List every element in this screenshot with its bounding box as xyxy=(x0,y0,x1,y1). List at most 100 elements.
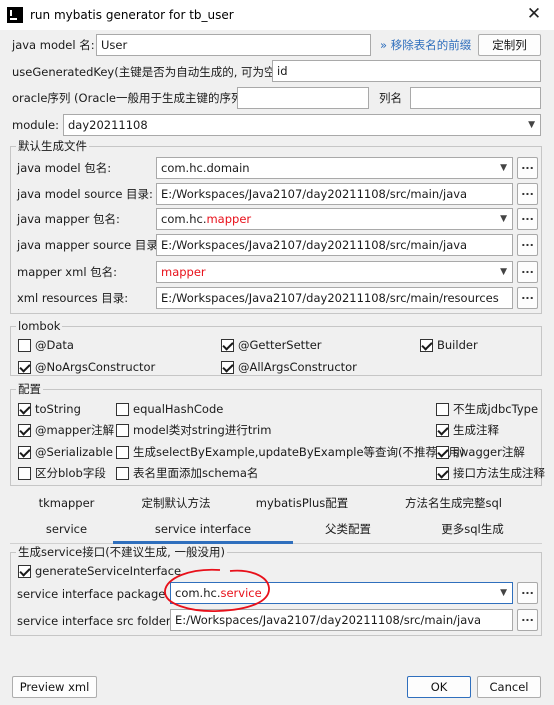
chevron-down-icon: ▼ xyxy=(528,120,535,130)
default-files-title: 默认生成文件 xyxy=(16,139,89,153)
lombok-checkbox[interactable]: Builder xyxy=(420,337,478,353)
browse-button[interactable]: ... xyxy=(517,287,538,309)
checkbox-label: 接口方法生成注释 xyxy=(453,466,545,480)
column-name-label: 列名 xyxy=(379,91,402,105)
chevron-down-icon: ▼ xyxy=(500,214,507,224)
default-file-input[interactable]: E:/Workspaces/Java2107/day20211108/src/m… xyxy=(156,287,513,309)
preview-xml-button[interactable]: Preview xml xyxy=(12,676,97,698)
checkbox-box xyxy=(420,338,433,352)
model-name-label: java model 名: xyxy=(12,38,95,52)
checkbox-box xyxy=(116,402,129,416)
checkbox-label: swagger注解 xyxy=(453,445,525,459)
remove-prefix-link[interactable]: » 移除表名的前缀 xyxy=(380,37,471,53)
module-select-value: day20211108 xyxy=(68,118,148,132)
oracle-sequence-label: oracle序列 (Oracle一般用于生成主键的序列) xyxy=(12,91,247,105)
default-file-input[interactable]: E:/Workspaces/Java2107/day20211108/src/m… xyxy=(156,183,513,205)
config-checkbox[interactable]: 表名里面添加schema名 xyxy=(116,465,258,481)
value-text: E:/Workspaces/Java2107/day20211108/src/m… xyxy=(161,238,468,252)
service-package-browse-button[interactable]: ... xyxy=(517,582,538,604)
chevron-down-icon: ▼ xyxy=(500,163,507,173)
value-text: com.hc.domain xyxy=(161,161,250,175)
config-checkbox[interactable]: 不生成jdbcType xyxy=(436,401,538,417)
config-checkbox[interactable]: 接口方法生成注释 xyxy=(436,465,545,481)
browse-button[interactable]: ... xyxy=(517,261,538,283)
close-icon[interactable]: ✕ xyxy=(522,3,546,25)
use-generated-key-input[interactable]: id xyxy=(272,60,541,82)
checkbox-label: 生成注释 xyxy=(453,423,499,437)
checkbox-box xyxy=(221,338,234,352)
checkbox-box xyxy=(18,360,31,374)
module-select[interactable]: day20211108 ▼ xyxy=(63,114,541,136)
ok-button[interactable]: OK xyxy=(407,676,471,698)
tab-5[interactable]: service interface xyxy=(113,521,293,537)
cancel-button[interactable]: Cancel xyxy=(477,676,541,698)
config-checkbox[interactable]: @Serializable xyxy=(18,444,113,460)
browse-button[interactable]: ... xyxy=(517,208,538,230)
checkbox-box xyxy=(221,360,234,374)
config-checkbox[interactable]: 生成注释 xyxy=(436,422,499,438)
window-title: run mybatis generator for tb_user xyxy=(30,8,234,22)
default-file-select[interactable]: com.hc.mapper ▼ xyxy=(156,208,513,230)
model-name-input[interactable]: User xyxy=(96,34,371,56)
custom-column-button[interactable]: 定制列 xyxy=(478,34,541,56)
tab-4[interactable]: service xyxy=(10,521,123,537)
default-file-select[interactable]: com.hc.domain ▼ xyxy=(156,157,513,179)
lombok-checkbox[interactable]: @Data xyxy=(18,337,74,353)
tab-2[interactable]: mybatisPlus配置 xyxy=(239,495,365,511)
tab-3[interactable]: 方法名生成完整sql xyxy=(365,495,542,511)
checkbox-box xyxy=(18,402,31,416)
default-file-label: java mapper 包名: xyxy=(17,212,120,226)
service-src-label: service interface src folder xyxy=(17,614,171,628)
service-src-browse-button[interactable]: ... xyxy=(517,609,538,631)
default-file-label: mapper xml 包名: xyxy=(17,265,118,279)
checkbox-box xyxy=(436,466,449,480)
lombok-checkbox[interactable]: @AllArgsConstructor xyxy=(221,359,357,375)
config-checkbox[interactable]: model类对string进行trim xyxy=(116,422,271,438)
browse-button[interactable]: ... xyxy=(517,234,538,256)
value-highlight: mapper xyxy=(161,265,206,279)
checkbox-box xyxy=(18,466,31,480)
checkbox-box xyxy=(116,423,129,437)
config-checkbox[interactable]: equalHashCode xyxy=(116,401,223,417)
checkbox-label: @NoArgsConstructor xyxy=(35,360,156,374)
checkbox-label: @Serializable xyxy=(35,445,113,459)
intellij-app-icon xyxy=(7,7,23,23)
lombok-checkbox[interactable]: @GetterSetter xyxy=(221,337,322,353)
lombok-title: lombok xyxy=(16,319,63,333)
oracle-sequence-input[interactable] xyxy=(237,87,369,109)
tab-7[interactable]: 更多sql生成 xyxy=(403,521,542,537)
tab-6[interactable]: 父类配置 xyxy=(293,521,403,537)
lombok-checkbox[interactable]: @NoArgsConstructor xyxy=(18,359,155,375)
browse-button[interactable]: ... xyxy=(517,157,538,179)
checkbox-label: @mapper注解 xyxy=(35,423,115,437)
checkbox-label: @Data xyxy=(35,338,74,352)
config-checkbox[interactable]: 生成selectByExample,updateByExample等查询(不推荐… xyxy=(116,444,465,460)
checkbox-label: Builder xyxy=(437,338,478,352)
config-checkbox[interactable]: 区分blob字段 xyxy=(18,465,106,481)
value-text: E:/Workspaces/Java2107/day20211108/src/m… xyxy=(161,187,468,201)
browse-button[interactable]: ... xyxy=(517,183,538,205)
module-label: module: xyxy=(12,118,59,132)
generate-service-interface-checkbox[interactable]: generateServiceInterface xyxy=(18,563,181,579)
default-file-label: java model 包名: xyxy=(17,161,112,175)
default-file-input[interactable]: E:/Workspaces/Java2107/day20211108/src/m… xyxy=(156,234,513,256)
checkbox-box xyxy=(116,445,129,459)
checkbox-box xyxy=(436,445,449,459)
checkbox-box xyxy=(436,423,449,437)
tab-0[interactable]: tkmapper xyxy=(10,495,123,511)
checkbox-box xyxy=(18,423,31,437)
value-text: com.hc. xyxy=(161,212,207,226)
default-file-label: java model source 目录: xyxy=(17,187,153,201)
selected-tab-indicator xyxy=(113,541,293,544)
column-name-input[interactable] xyxy=(410,87,541,109)
checkbox-label: equalHashCode xyxy=(133,402,224,416)
config-checkbox[interactable]: swagger注解 xyxy=(436,444,525,460)
checkbox-label: @AllArgsConstructor xyxy=(238,360,357,374)
default-file-select[interactable]: mapper ▼ xyxy=(156,261,513,283)
tab-1[interactable]: 定制默认方法 xyxy=(113,495,239,511)
checkbox-label: 生成selectByExample,updateByExample等查询(不推荐… xyxy=(133,445,465,459)
config-checkbox[interactable]: @mapper注解 xyxy=(18,422,114,438)
config-checkbox[interactable]: toString xyxy=(18,401,81,417)
use-generated-key-label: useGeneratedKey(主键是否为自动生成的, 可为空): xyxy=(12,65,284,79)
checkbox-label: toString xyxy=(35,402,81,416)
